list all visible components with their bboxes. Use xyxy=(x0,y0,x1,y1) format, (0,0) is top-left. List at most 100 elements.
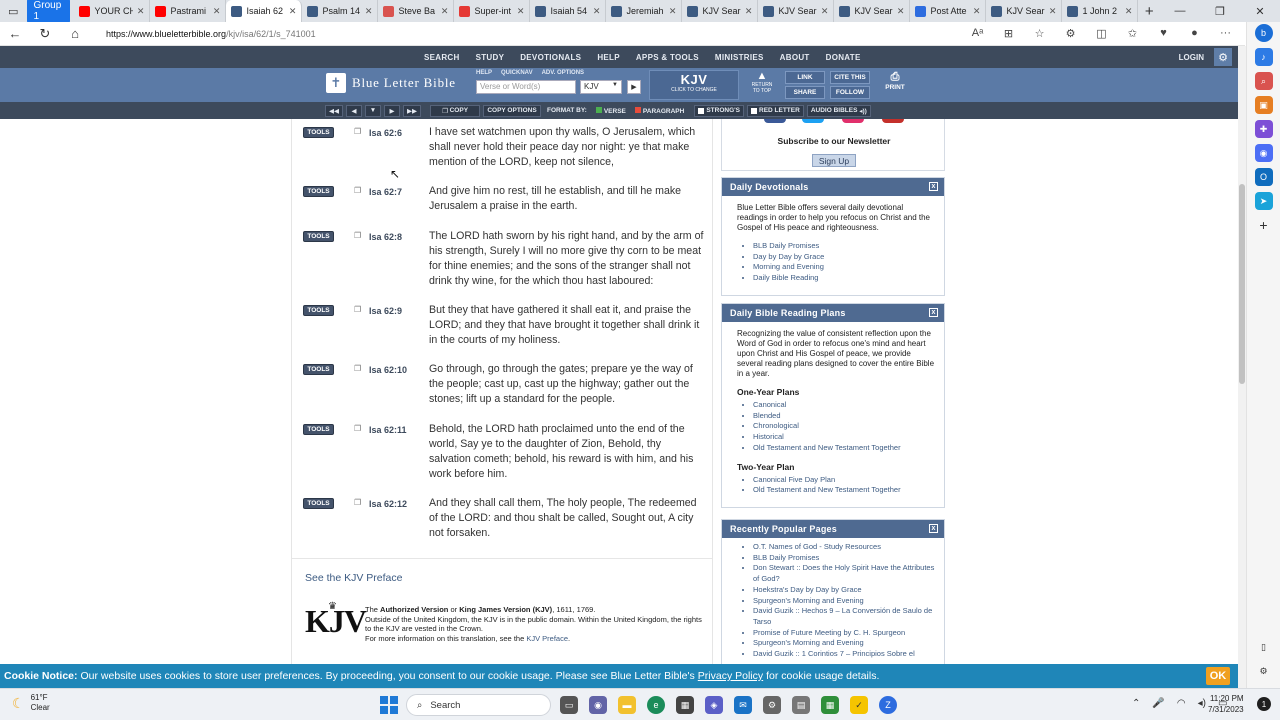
top-nav-item-5[interactable]: MINISTRIES xyxy=(707,53,772,62)
print-button[interactable]: ⎙ PRINT xyxy=(880,71,910,99)
tab-group-chip[interactable]: Group 1 xyxy=(26,0,71,24)
browser-essentials-icon[interactable]: ♥ xyxy=(1148,27,1179,40)
login-link[interactable]: LOGIN xyxy=(1179,53,1204,62)
minimize-icon[interactable]: — xyxy=(1160,5,1200,18)
next-chapter-button[interactable]: ▶ xyxy=(384,104,400,117)
verse-reference[interactable]: Isa 62:6 xyxy=(369,128,402,138)
tab-close-icon[interactable]: ✕ xyxy=(365,6,373,17)
mail-icon[interactable]: ✉ xyxy=(734,696,752,714)
norton-icon[interactable]: ✓ xyxy=(850,696,868,714)
shopping-icon[interactable]: ▣ xyxy=(1254,96,1273,114)
tab-close-icon[interactable]: ✕ xyxy=(441,6,449,17)
copy-verse-icon[interactable]: ❐ xyxy=(354,498,361,507)
copilot-icon[interactable]: b xyxy=(1254,24,1273,42)
send-icon[interactable]: ➤ xyxy=(1254,192,1273,210)
first-chapter-button[interactable]: ◀◀ xyxy=(325,104,343,117)
tab-4[interactable]: Steve Ba ✕ xyxy=(378,0,455,22)
two-year-plan-link[interactable]: Canonical Five Day Plan xyxy=(753,475,936,486)
tools-button[interactable]: TOOLS xyxy=(303,498,334,509)
url-field[interactable]: https://www.blueletterbible.org/kjv/isa/… xyxy=(106,29,962,39)
red-letter-toggle[interactable]: RED LETTER xyxy=(747,104,804,117)
last-chapter-button[interactable]: ▶▶ xyxy=(403,104,421,117)
tab-actions-icon[interactable]: ▭ xyxy=(0,0,27,22)
tab-close-icon[interactable]: ✕ xyxy=(289,6,297,17)
popular-page-link[interactable]: BLB Daily Promises xyxy=(753,553,936,564)
page-scrollbar[interactable] xyxy=(1238,46,1246,688)
popular-page-link[interactable]: David Guzik :: Hechos 9 – La Conversión … xyxy=(753,606,936,627)
extensions-icon[interactable]: ⚙ xyxy=(1055,27,1086,40)
close-panel-icon[interactable]: x xyxy=(929,308,938,317)
app-available-icon[interactable]: ⊞ xyxy=(993,27,1024,40)
tab-close-icon[interactable]: ✕ xyxy=(821,6,829,17)
adv-options-link[interactable]: ADV. OPTIONS xyxy=(542,70,584,76)
chapter-list-button[interactable]: ▼ xyxy=(365,104,381,117)
copy-verse-icon[interactable]: ❐ xyxy=(354,186,361,195)
popular-page-link[interactable]: Spurgeon's Morning and Evening xyxy=(753,638,936,649)
verse-reference[interactable]: Isa 62:10 xyxy=(369,365,407,375)
favorite-star-icon[interactable]: ☆ xyxy=(1024,27,1055,40)
help-link[interactable]: HELP xyxy=(476,70,492,76)
verse-search-input[interactable]: Verse or Word(s) xyxy=(476,80,576,94)
settings-app-icon[interactable]: ⚙ xyxy=(763,696,781,714)
tab-close-icon[interactable]: ✕ xyxy=(897,6,905,17)
windows-start-icon[interactable] xyxy=(380,696,398,714)
tools-button[interactable]: TOOLS xyxy=(303,127,334,138)
tools-button[interactable]: TOOLS xyxy=(303,186,334,197)
search-go-button[interactable]: ▶ xyxy=(627,80,641,94)
copy-verse-icon[interactable]: ❐ xyxy=(354,305,361,314)
close-panel-icon[interactable]: x xyxy=(929,182,938,191)
one-year-plan-link[interactable]: Historical xyxy=(753,432,936,443)
tab-2[interactable]: Isaiah 62 ✕ xyxy=(226,0,303,22)
tab-close-icon[interactable]: ✕ xyxy=(1049,6,1057,17)
tab-close-icon[interactable]: ✕ xyxy=(669,6,677,17)
quicknav-link[interactable]: QUICKNAV xyxy=(501,70,533,76)
devotional-link[interactable]: Daily Bible Reading xyxy=(753,273,936,284)
tab-close-icon[interactable]: ✕ xyxy=(517,6,525,17)
follow-button[interactable]: FOLLOW xyxy=(830,86,870,99)
spreadsheet-icon[interactable]: ▦ xyxy=(821,696,839,714)
verse-reference[interactable]: Isa 62:11 xyxy=(369,425,407,435)
read-aloud-icon[interactable]: Aᵃ xyxy=(962,27,993,40)
tab-12[interactable]: KJV Sear ✕ xyxy=(986,0,1063,22)
version-change-button[interactable]: KJV CLICK TO CHANGE xyxy=(649,70,739,100)
tools-button[interactable]: TOOLS xyxy=(303,231,334,242)
tab-3[interactable]: Psalm 14 ✕ xyxy=(302,0,379,22)
tools-button[interactable]: TOOLS xyxy=(303,364,334,375)
scrollbar-thumb[interactable] xyxy=(1239,184,1245,384)
popular-page-link[interactable]: Promise of Future Meeting by C. H. Spurg… xyxy=(753,628,936,639)
kjv-preface-link[interactable]: See the KJV Preface xyxy=(305,572,402,584)
popular-page-link[interactable]: O.T. Names of God - Study Resources xyxy=(753,542,936,553)
twitter-icon[interactable] xyxy=(802,119,824,123)
zoom-app-icon[interactable]: Z xyxy=(879,696,897,714)
task-view-icon[interactable]: ▭ xyxy=(560,696,578,714)
profile-avatar[interactable]: ● xyxy=(1179,27,1210,40)
back-icon[interactable]: ← xyxy=(0,26,30,41)
tab-close-icon[interactable]: ✕ xyxy=(745,6,753,17)
verse-reference[interactable]: Isa 62:7 xyxy=(369,187,402,197)
show-hidden-icons[interactable]: ⌃ xyxy=(1132,698,1140,709)
verse-format-toggle[interactable]: VERSE xyxy=(593,106,629,115)
popular-page-link[interactable]: Don Stewart :: Does the Holy Spirit Have… xyxy=(753,563,936,584)
tab-8[interactable]: KJV Sear ✕ xyxy=(682,0,759,22)
devotional-link[interactable]: Day by Day by Grace xyxy=(753,252,936,263)
tab-13[interactable]: 1 John 2 ✕ xyxy=(1062,0,1139,22)
close-window-icon[interactable]: ✕ xyxy=(1240,5,1280,18)
top-nav-item-2[interactable]: DEVOTIONALS xyxy=(512,53,589,62)
privacy-policy-link[interactable]: Privacy Policy xyxy=(698,670,763,682)
refresh-icon[interactable]: ↻ xyxy=(30,26,60,42)
info-preface-link[interactable]: KJV Preface xyxy=(526,634,568,643)
copy-options-button[interactable]: COPY OPTIONS xyxy=(483,104,541,117)
calculator-icon[interactable]: ▤ xyxy=(792,696,810,714)
sidebar-layout-icon[interactable]: ▯ xyxy=(1254,638,1273,656)
facebook-icon[interactable] xyxy=(764,119,786,123)
one-year-plan-link[interactable]: Canonical xyxy=(753,400,936,411)
store-icon[interactable]: ▦ xyxy=(676,696,694,714)
top-nav-item-7[interactable]: DONATE xyxy=(818,53,869,62)
popular-page-link[interactable]: David Guzik :: 1 Corintios 7 – Principio… xyxy=(753,649,936,660)
copy-verse-icon[interactable]: ❐ xyxy=(354,364,361,373)
favorites-icon[interactable]: ✩ xyxy=(1117,27,1148,40)
devotional-link[interactable]: Morning and Evening xyxy=(753,262,936,273)
settings-gear-icon[interactable]: ⚙ xyxy=(1214,48,1232,66)
tab-10[interactable]: KJV Sear ✕ xyxy=(834,0,911,22)
games-icon[interactable]: ◉ xyxy=(1254,144,1273,162)
